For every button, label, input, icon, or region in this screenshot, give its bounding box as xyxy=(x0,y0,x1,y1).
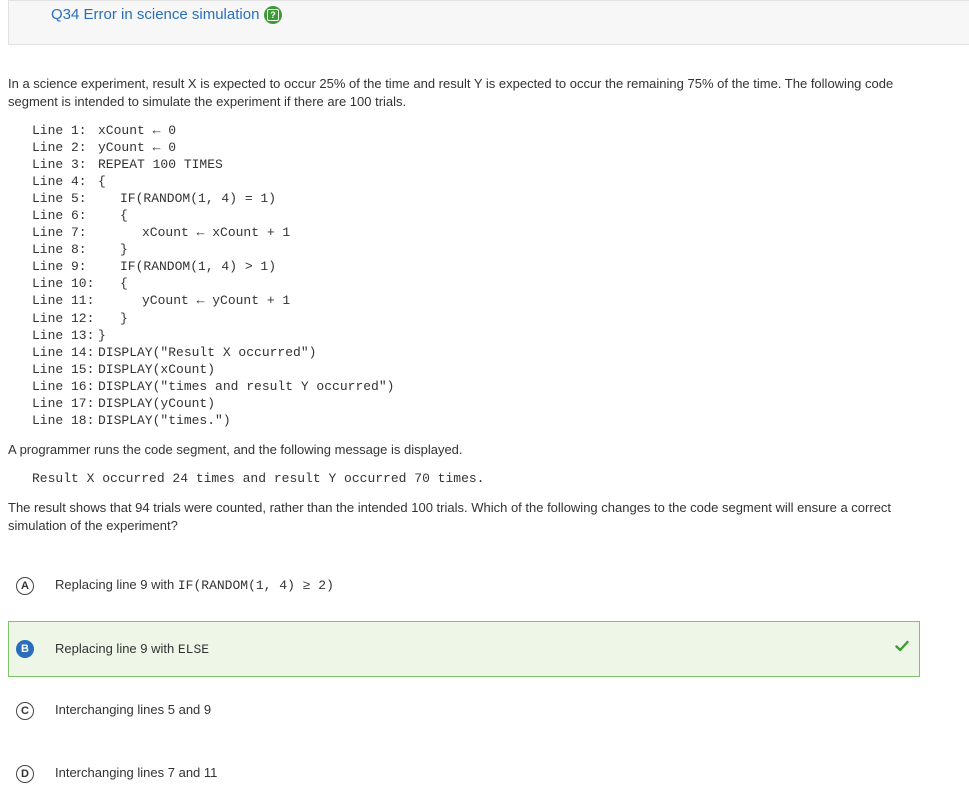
line-number: Line 5: xyxy=(32,191,87,207)
choice-letter: A xyxy=(16,577,34,595)
line-number: Line 8: xyxy=(32,242,87,258)
line-number: Line 17: xyxy=(32,395,95,411)
code-text: IF(RANDOM(1, 4) = 1) xyxy=(120,191,277,207)
question-title: Q34 Error in science simulation xyxy=(51,6,260,23)
code-line: Line 18: DISPLAY("times.") xyxy=(32,412,394,429)
code-text: DISPLAY("times.") xyxy=(98,412,231,428)
choice-label: Interchanging lines 5 and 9 xyxy=(55,702,212,717)
line-number: Line 6: xyxy=(32,208,87,224)
message-intro: A programmer runs the code segment, and … xyxy=(8,442,463,457)
checkmark-icon xyxy=(895,640,909,652)
line-number: Line 1: xyxy=(32,123,87,138)
code-line: Line 5: IF(RANDOM(1, 4) = 1) xyxy=(32,190,394,207)
line-number: Line 3: xyxy=(32,157,87,173)
code-text: REPEAT 100 TIMES xyxy=(98,157,223,173)
code-text: { xyxy=(120,276,128,292)
choice-letter: C xyxy=(16,702,34,720)
code-text: DISPLAY(xCount) xyxy=(98,361,216,377)
code-text: } xyxy=(120,242,128,258)
code-text: IF(RANDOM(1, 4) > 1) xyxy=(120,259,277,275)
choice-d[interactable]: D Interchanging lines 7 and 11 xyxy=(8,747,920,801)
code-line: Line 15: DISPLAY(xCount) xyxy=(32,361,394,378)
line-number: Line 7: xyxy=(32,225,87,241)
code-line: Line 7: xCount ← xCount + 1 xyxy=(32,224,394,241)
code-line: Line 2: yCount ← 0 xyxy=(32,139,394,156)
line-number: Line 16: xyxy=(32,378,95,394)
code-text: yCount ← 0 xyxy=(98,140,177,156)
code-text: xCount ← xCount + 1 xyxy=(142,225,291,241)
code-line: Line 9: IF(RANDOM(1, 4) > 1) xyxy=(32,258,394,275)
result-question: The result shows that 94 trials were cou… xyxy=(8,500,892,533)
line-number: Line 12: xyxy=(32,310,95,326)
code-text: DISPLAY(yCount) xyxy=(98,395,216,411)
line-number: Line 18: xyxy=(32,412,95,428)
choice-label: Replacing line 9 with IF(RANDOM(1, 4) ≥ … xyxy=(55,577,334,593)
code-text: DISPLAY("Result X occurred") xyxy=(98,344,317,360)
help-question-icon[interactable]: ? xyxy=(264,6,282,24)
code-segment: Line 1: xCount ← 0 Line 2: yCount ← 0 Line 3… xyxy=(32,122,394,429)
code-line: Line 14: DISPLAY("Result X occurred") xyxy=(32,344,394,361)
code-line: Line 6: { xyxy=(32,207,394,224)
code-text: { xyxy=(98,174,106,190)
question-header: Q34 Error in science simulation ? xyxy=(8,0,969,45)
line-number: Line 14: xyxy=(32,344,95,360)
code-line: Line 16: DISPLAY("times and result Y occu… xyxy=(32,378,394,395)
code-text: DISPLAY("times and result Y occurred") xyxy=(98,378,395,394)
code-text: xCount ← 0 xyxy=(98,123,177,138)
code-line: Line 10: { xyxy=(32,275,394,292)
code-text: { xyxy=(120,208,128,224)
message-output: Result X occurred 24 times and result Y … xyxy=(32,471,485,486)
line-number: Line 2: xyxy=(32,140,87,156)
choice-label: Interchanging lines 7 and 11 xyxy=(55,765,218,780)
line-number: Line 13: xyxy=(32,327,95,343)
code-line: Line 3: REPEAT 100 TIMES xyxy=(32,156,394,173)
code-text: } xyxy=(120,310,128,326)
code-text: } xyxy=(98,327,106,343)
code-line: Line 4: { xyxy=(32,173,394,190)
line-number: Line 9: xyxy=(32,259,87,275)
code-text: yCount ← yCount + 1 xyxy=(142,293,291,309)
choice-c[interactable]: C Interchanging lines 5 and 9 xyxy=(8,684,920,738)
code-line: Line 11: yCount ← yCount + 1 xyxy=(32,292,394,309)
code-line: Line 13:} xyxy=(32,327,394,344)
choice-letter: B xyxy=(16,640,34,658)
code-line: Line 1: xCount ← 0 xyxy=(32,122,394,139)
line-number: Line 15: xyxy=(32,361,95,377)
line-number: Line 4: xyxy=(32,174,87,190)
line-number: Line 11: xyxy=(32,293,95,309)
code-line: Line 8:} xyxy=(32,241,394,258)
choice-label: Replacing line 9 with ELSE xyxy=(55,641,210,657)
choice-a[interactable]: A Replacing line 9 with IF(RANDOM(1, 4) … xyxy=(8,559,920,613)
code-line: Line 12:} xyxy=(32,310,394,327)
question-prompt: In a science experiment, result X is exp… xyxy=(8,76,894,109)
code-line: Line 17: DISPLAY(yCount) xyxy=(32,395,394,412)
choice-letter: D xyxy=(16,765,34,783)
line-number: Line 10: xyxy=(32,276,95,292)
choice-b[interactable]: B Replacing line 9 with ELSE xyxy=(8,621,920,677)
